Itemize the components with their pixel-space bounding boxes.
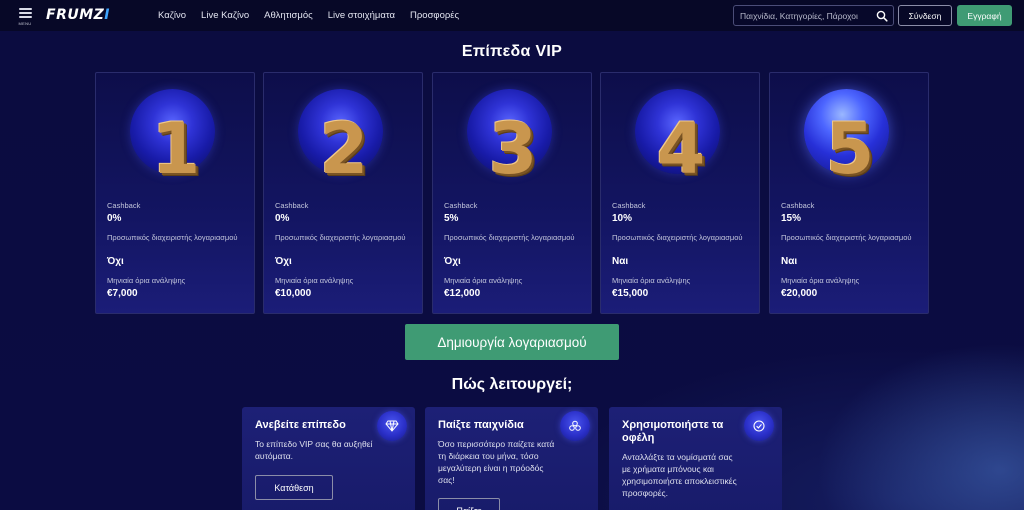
limit-label: Μηνιαία όρια ανάληψης [781, 276, 860, 285]
step-card-use-benefits: Χρησιμοποιήστε τα οφέλη Ανταλλάξτε τα νο… [609, 407, 782, 510]
check-badge-icon-glyph [753, 420, 765, 432]
limit-value: €20,000 [781, 288, 818, 299]
limit-label: Μηνιαία όρια ανάληψης [612, 276, 691, 285]
manager-value: Ναι [612, 256, 629, 267]
manager-value: Όχι [107, 256, 124, 267]
register-button[interactable]: Εγγραφή [957, 5, 1012, 26]
how-it-works-title: Πώς λειτουργεί; [451, 376, 573, 393]
vip-card-4: 4 Cashback 10% Προσωπικός διαχειριστής λ… [600, 72, 760, 314]
step-title: Χρησιμοποιήστε τα οφέλη [622, 419, 724, 444]
cashback-label: Cashback [275, 201, 309, 210]
level-number: 5 [825, 108, 875, 190]
hamburger-icon-line [18, 12, 32, 14]
limit-label: Μηνιαία όρια ανάληψης [275, 276, 354, 285]
login-button[interactable]: Σύνδεση [898, 5, 952, 26]
step-title: Παίξτε παιχνίδια [438, 419, 524, 431]
cashback-value: 0% [107, 213, 122, 224]
main-content: Επίπεδα VIP 1 Cashback 0% Προσωπικός δια… [0, 31, 1024, 510]
level-number: 1 [151, 108, 201, 190]
level-number: 3 [488, 108, 538, 190]
frumzi-logo[interactable]: FRUMZI [46, 7, 110, 23]
nav-live-betting[interactable]: Live στοιχήματα [328, 10, 395, 21]
cashback-value: 5% [444, 213, 459, 224]
nav-promotions[interactable]: Προσφορές [410, 10, 459, 21]
step-card-level-up: Ανεβείτε επίπεδο Το επίπεδο VIP σας θα α… [242, 407, 415, 510]
cashback-value: 10% [612, 213, 633, 224]
step-description: Ανταλλάξτε τα νομίσματά σας με χρήματα μ… [622, 452, 737, 498]
limit-value: €15,000 [612, 288, 649, 299]
manager-label: Προσωπικός διαχειριστής λογαριασμού [612, 233, 743, 242]
step-card-play-games: Παίξτε παιχνίδια Όσο περισσότερο παίζετε… [425, 407, 598, 510]
level-number: 4 [656, 108, 706, 190]
limit-label: Μηνιαία όρια ανάληψης [107, 276, 186, 285]
vip-card-3: 3 Cashback 5% Προσωπικός διαχειριστής λο… [432, 72, 592, 314]
hamburger-icon [18, 8, 32, 10]
nav-live-casino[interactable]: Live Καζίνο [201, 10, 249, 21]
manager-label: Προσωπικός διαχειριστής λογαριασμού [781, 233, 912, 242]
menu-label: MENU [18, 21, 32, 26]
check-badge-icon [744, 411, 774, 441]
search-box [733, 5, 894, 26]
deposit-button[interactable]: Κατάθεση [255, 475, 333, 500]
menu-button[interactable]: MENU [16, 8, 34, 28]
cashback-label: Cashback [444, 201, 478, 210]
vip-levels-title: Επίπεδα VIP [461, 43, 563, 60]
diamond-icon [377, 411, 407, 441]
limit-value: €7,000 [107, 288, 138, 299]
cashback-value: 15% [781, 213, 802, 224]
limit-value: €12,000 [444, 288, 481, 299]
logo-accent: I [104, 7, 111, 23]
manager-label: Προσωπικός διαχειριστής λογαριασμού [275, 233, 406, 242]
limit-value: €10,000 [275, 288, 312, 299]
manager-value: Όχι [444, 256, 461, 267]
manager-value: Όχι [275, 256, 292, 267]
limit-label: Μηνιαία όρια ανάληψης [444, 276, 523, 285]
level-number: 2 [319, 108, 369, 190]
manager-label: Προσωπικός διαχειριστής λογαριασμού [107, 233, 238, 242]
cashback-label: Cashback [781, 201, 815, 210]
top-navigation-bar: MENU FRUMZI Καζίνο Live Καζίνο Αθλητισμό… [0, 0, 1024, 31]
logo-text: FRUMZ [46, 7, 105, 23]
hamburger-icon-line [18, 16, 32, 18]
step-description: Όσο περισσότερο παίζετε κατά τη διάρκεια… [438, 439, 555, 485]
vip-card-5: 5 Cashback 15% Προσωπικός διαχειριστής λ… [769, 72, 929, 314]
cashback-label: Cashback [612, 201, 646, 210]
diamond-icon-glyph [385, 420, 399, 432]
cashback-label: Cashback [107, 201, 141, 210]
create-account-button[interactable]: Δημιουργία λογαριασμού [405, 324, 619, 360]
vip-card-1: 1 Cashback 0% Προσωπικός διαχειριστής λο… [95, 72, 255, 314]
play-button[interactable]: Παίξτε [438, 498, 500, 510]
chips-icon [560, 411, 590, 441]
chips-icon-glyph [569, 420, 581, 431]
nav-casino[interactable]: Καζίνο [158, 10, 186, 21]
search-icon[interactable] [876, 10, 888, 22]
step-description: Το επίπεδο VIP σας θα αυξηθεί αυτόματα. [255, 439, 373, 461]
step-title: Ανεβείτε επίπεδο [255, 419, 346, 431]
nav-sports[interactable]: Αθλητισμός [264, 10, 313, 21]
cashback-value: 0% [275, 213, 290, 224]
vip-card-2: 2 Cashback 0% Προσωπικός διαχειριστής λο… [263, 72, 423, 314]
main-nav: Καζίνο Live Καζίνο Αθλητισμός Live στοιχ… [158, 10, 474, 21]
manager-value: Ναι [781, 256, 798, 267]
search-input[interactable] [734, 10, 868, 21]
manager-label: Προσωπικός διαχειριστής λογαριασμού [444, 233, 575, 242]
